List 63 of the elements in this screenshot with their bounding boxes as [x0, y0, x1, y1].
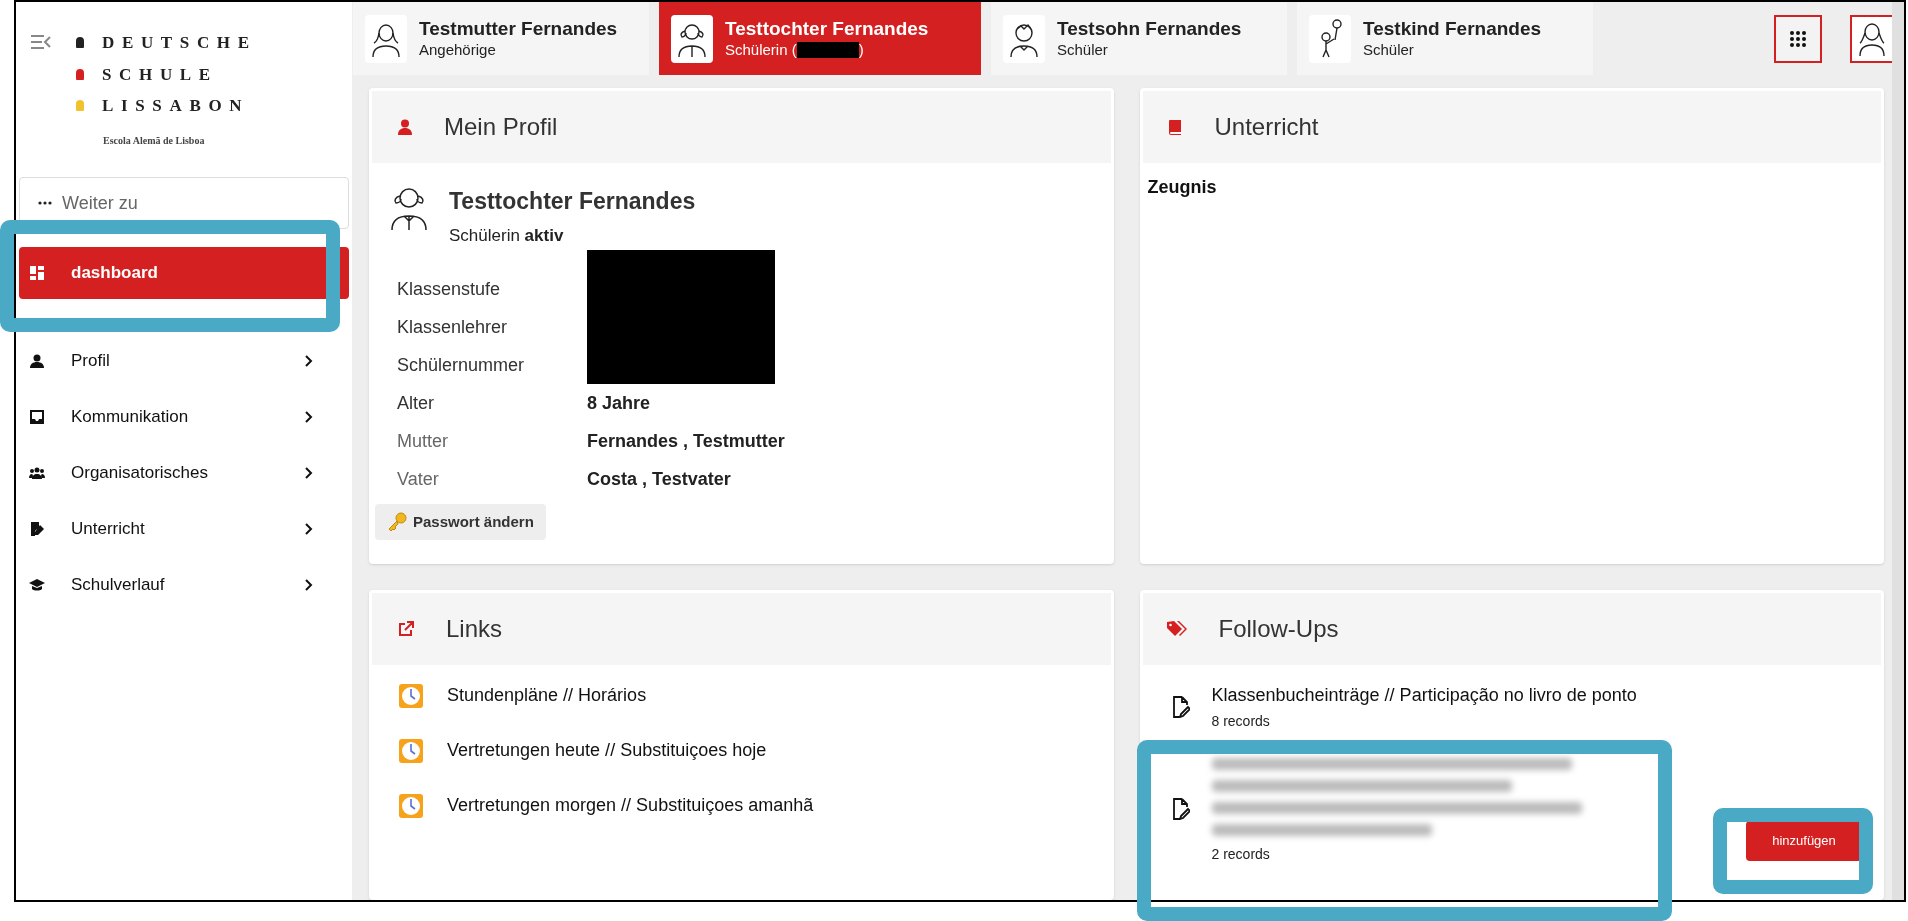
logo-tagline: Escola Alemã de Lisboa [103, 133, 206, 148]
nav-item[interactable]: Profil [19, 333, 349, 389]
nav-icon [29, 353, 45, 369]
field-value: Costa , Testvater [587, 467, 732, 491]
nav-item[interactable]: Organisatorisches [19, 445, 349, 501]
logo-text: LISSABON [102, 95, 250, 117]
nav-icon [29, 577, 45, 593]
field-label: Klassenlehrer [397, 315, 509, 339]
search-field[interactable]: Weiter zu [19, 177, 349, 229]
user-icon [398, 119, 412, 135]
student-status: Schülerin aktiv [449, 224, 565, 247]
field-label: Alter [397, 391, 435, 415]
nav-item[interactable]: Schulverlauf [19, 557, 349, 613]
book-icon [1166, 119, 1183, 135]
more-icon [38, 201, 52, 205]
scrollbar[interactable] [1892, 2, 1904, 900]
external-link-icon [398, 621, 414, 637]
student-name: Testtochter Fernandes [449, 187, 696, 216]
logo-text: DEUTSCHE [102, 32, 257, 54]
clock-icon [399, 738, 423, 763]
record-count: 8 records [1211, 712, 1271, 731]
person-icon [1857, 20, 1887, 57]
field-value: 8 Jahre [587, 391, 652, 415]
nav-item[interactable]: Kommunikation [19, 389, 349, 445]
nav-item[interactable]: dashboard [19, 247, 349, 299]
field-label: Klassenstufe [397, 277, 502, 301]
field-label: Schülernummer [397, 353, 526, 377]
clock-icon [399, 793, 423, 818]
logo-text: SCHULE [102, 63, 218, 86]
clock-icon [399, 683, 423, 708]
add-button[interactable]: hinzufügen [1746, 821, 1862, 861]
edit-document-icon [1171, 696, 1190, 718]
nav-icon [29, 521, 45, 537]
nav-icon [29, 409, 45, 425]
nav-item[interactable]: Unterricht [19, 501, 349, 557]
menu-collapse-icon[interactable] [30, 34, 52, 50]
change-password-button[interactable]: Passwort ändern [375, 504, 546, 540]
link-item[interactable]: Stundenpläne // Horários [399, 682, 1084, 709]
follow-up-title: Klassenbucheinträge // Participação no livro de ponto [1211, 684, 1638, 707]
record-count: 2 records [1211, 845, 1271, 864]
card-title: Links [446, 614, 503, 644]
link-item[interactable]: Vertretungen heute // Substituiçoes hoje [399, 737, 1084, 764]
person-tab[interactable]: Testsohn Fernandes Schüler [991, 2, 1287, 75]
key-icon [387, 512, 407, 532]
apps-button[interactable] [1774, 14, 1822, 63]
field-value: Fernandes , Testmutter [587, 429, 786, 453]
card-title: Follow-Ups [1218, 614, 1339, 644]
tags-icon [1166, 621, 1187, 637]
person-tab[interactable]: Testkind Fernandes Schüler [1297, 2, 1593, 75]
redaction-box [796, 42, 859, 59]
person-tab[interactable]: Testmutter Fernandes Angehörige [353, 2, 649, 75]
avatar-button[interactable] [1850, 14, 1894, 63]
field-label: Mutter [397, 429, 449, 453]
card-title: Unterricht [1214, 112, 1319, 142]
field-label: Vater [397, 467, 440, 491]
edit-document-icon [1171, 797, 1190, 820]
link-item[interactable]: Vertretungen morgen // Substituiçoes amanhã [399, 792, 1084, 819]
grid-icon [1789, 29, 1807, 48]
nav-icon [29, 265, 45, 281]
person-tab[interactable]: Testtochter Fernandes Schülerin ( ) [659, 2, 981, 75]
card-title: Mein Profil [444, 112, 558, 142]
nav-icon [29, 465, 45, 481]
lesson-link[interactable]: Zeugnis [1147, 174, 1876, 201]
